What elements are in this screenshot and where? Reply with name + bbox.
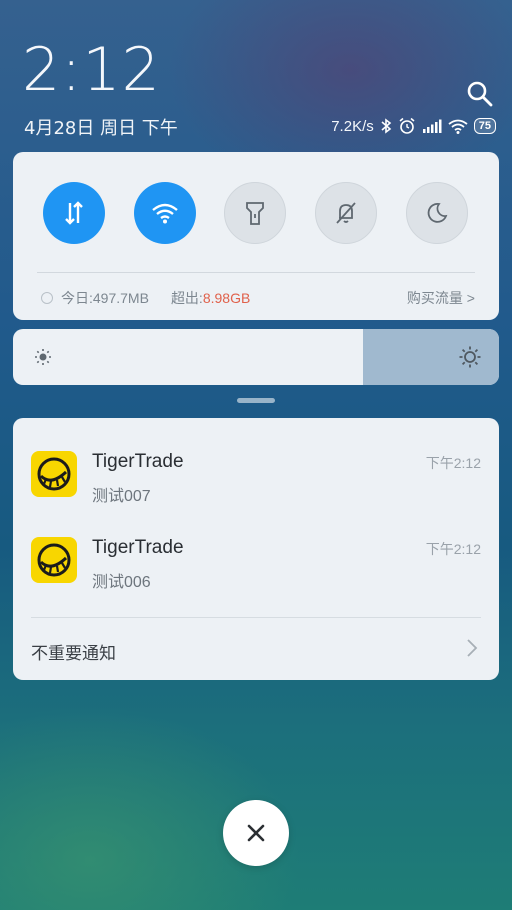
divider: [31, 617, 481, 618]
wifi-icon: [152, 203, 178, 224]
notification-app-name: TigerTrade: [92, 537, 184, 558]
clock-time: 2:12: [22, 35, 161, 105]
brightness-high-icon: [459, 346, 481, 368]
dark-mode-toggle[interactable]: [406, 182, 468, 244]
notification-time: 下午2:12: [425, 455, 481, 471]
chevron-right-icon[interactable]: [465, 638, 479, 658]
usage-ring-icon: [41, 292, 53, 304]
wifi-toggle[interactable]: [134, 182, 196, 244]
notification-item[interactable]: TigerTrade 测试007 下午2:12: [13, 451, 499, 531]
usage-over-label: 超出:: [170, 290, 203, 306]
battery-indicator: 75: [473, 118, 496, 134]
usage-today: 今日:497.7MB: [61, 290, 149, 306]
notification-message: 测试007: [92, 488, 151, 505]
notification-time: 下午2:12: [425, 541, 481, 557]
notification-app-name: TigerTrade: [92, 451, 184, 472]
usage-over-value: 8.98GB: [202, 290, 251, 306]
mobile-data-toggle[interactable]: [43, 182, 105, 244]
mute-icon: [336, 202, 356, 224]
wifi-status-icon: [448, 119, 468, 134]
buy-data-link[interactable]: 购买流量 >: [407, 288, 475, 308]
quick-settings-panel: 今日:497.7MB 超出:8.98GB 购买流量 >: [13, 152, 499, 320]
tigertrade-app-icon: [31, 537, 77, 583]
flashlight-toggle[interactable]: [224, 182, 286, 244]
notification-panel: TigerTrade 测试007 下午2:12 TigerTrade 测试006…: [13, 418, 499, 680]
usage-over: 超出:8.98GB: [171, 288, 250, 308]
bluetooth-icon: [381, 118, 392, 134]
dark-mode-icon: [427, 203, 448, 223]
unimportant-notifications-link[interactable]: 不重要通知: [31, 639, 116, 664]
date-label: 4月28日 周日 下午: [24, 118, 178, 139]
close-icon: [247, 824, 265, 842]
tigertrade-app-icon: [31, 451, 77, 497]
data-usage: 今日:497.7MB 超出:8.98GB: [41, 288, 250, 308]
drag-handle[interactable]: [237, 398, 275, 403]
brightness-slider[interactable]: [13, 329, 499, 385]
brightness-low-icon: [35, 349, 51, 365]
network-speed: 7.2K/s: [331, 117, 374, 135]
notification-message: 测试006: [92, 574, 151, 591]
notification-item[interactable]: TigerTrade 测试006 下午2:12: [13, 537, 499, 617]
signal-icon: [422, 119, 442, 133]
mute-toggle[interactable]: [315, 182, 377, 244]
search-icon[interactable]: [466, 80, 494, 108]
clear-notifications-button[interactable]: [223, 800, 289, 866]
mobile-data-icon: [65, 201, 83, 225]
status-bar: 7.2K/s 75: [331, 115, 496, 137]
alarm-icon: [399, 117, 415, 134]
divider: [37, 272, 475, 273]
flashlight-icon: [246, 202, 264, 225]
